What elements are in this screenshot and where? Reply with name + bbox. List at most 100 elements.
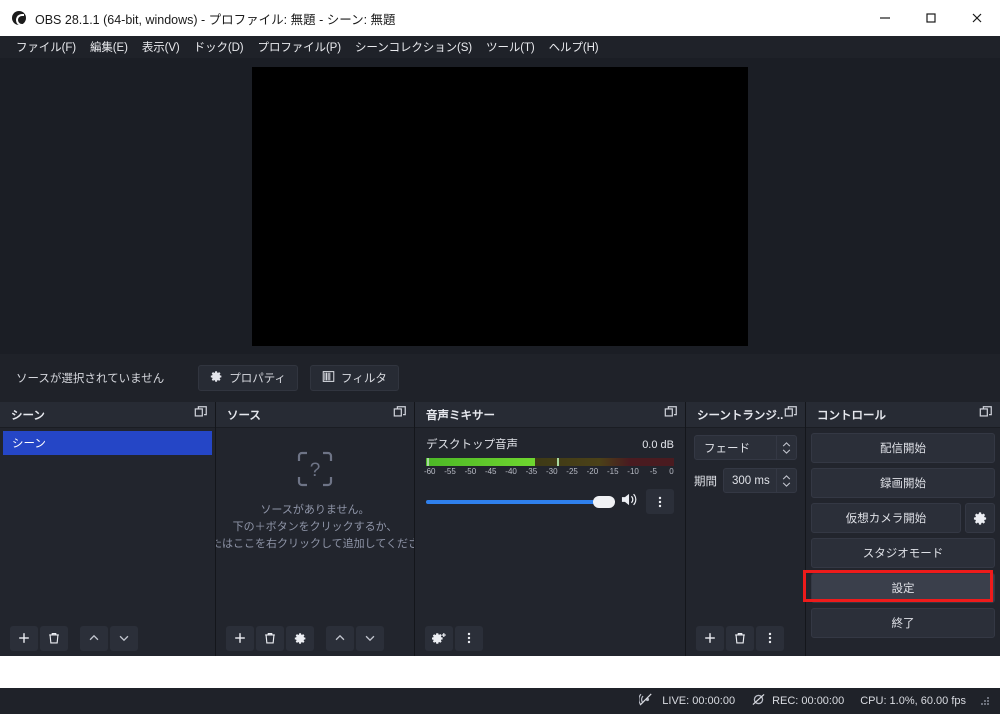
exit-button[interactable]: 終了 [811, 608, 995, 638]
live-status: LIVE: 00:00:00 [638, 693, 736, 709]
volume-slider[interactable] [426, 493, 615, 511]
transition-select-value: フェード [704, 442, 750, 455]
menu-profile[interactable]: プロファイル(P) [251, 37, 348, 58]
sources-footer-toolbar [216, 620, 414, 656]
move-scene-down-button[interactable] [110, 625, 138, 651]
mixer-track-db: 0.0 dB [642, 439, 674, 451]
source-toolbar: ソースが選択されていません プロパティ フィルタ [0, 354, 1000, 402]
scale-tick: -5 [649, 467, 657, 476]
menu-tools[interactable]: ツール(T) [479, 37, 542, 58]
start-virtual-camera-button[interactable]: 仮想カメラ開始 [811, 503, 961, 533]
float-dock-icon[interactable] [194, 405, 208, 424]
scale-tick: -35 [525, 467, 538, 476]
mixer-tracks: デスクトップ音声 0.0 dB -60 -55 -50 -45 -40 -35 … [415, 428, 685, 620]
mixer-track-menu-button[interactable] [646, 489, 674, 514]
transition-select[interactable]: フェード [694, 435, 797, 460]
record-off-icon [751, 693, 766, 709]
mixer-menu-button[interactable] [455, 625, 483, 651]
start-recording-button[interactable]: 録画開始 [811, 468, 995, 498]
obs-main-window: OBS 28.1.1 (64-bit, windows) - プロファイル: 無… [0, 0, 1000, 714]
add-scene-button[interactable] [10, 625, 38, 651]
scale-tick: -25 [566, 467, 578, 476]
remove-scene-button[interactable] [40, 625, 68, 651]
svg-text:?: ? [310, 460, 321, 481]
menu-help[interactable]: ヘルプ(H) [542, 37, 606, 58]
scale-tick: 0 [669, 467, 674, 476]
menu-docks[interactable]: ドック(D) [187, 37, 251, 58]
properties-button[interactable]: プロパティ [198, 365, 299, 391]
resize-grip-icon[interactable] [980, 696, 990, 706]
stepper-arrows-icon[interactable] [776, 469, 796, 492]
broadcast-off-icon [638, 693, 656, 709]
window-bottom-edge [0, 656, 1000, 668]
window-buttons [862, 0, 1000, 36]
volume-slider-track [426, 499, 613, 504]
scenes-dock: シーン シーン [0, 402, 216, 656]
float-dock-icon[interactable] [393, 405, 407, 424]
menu-scene-collection[interactable]: シーンコレクション(S) [348, 37, 479, 58]
move-source-down-button[interactable] [356, 625, 384, 651]
audio-mixer-dock: 音声ミキサー デスクトップ音声 0.0 dB -60 -55 -50 -45 -… [415, 402, 686, 656]
controls-dock: コントロール 配信開始 録画開始 仮想カメラ開始 スタジオモード 設定 終了 [806, 402, 1000, 656]
sources-empty-line-1: ソースがありません。 [260, 504, 370, 516]
float-dock-icon[interactable] [979, 405, 993, 424]
transitions-footer-toolbar [686, 620, 805, 656]
minimize-icon[interactable] [862, 0, 908, 36]
volume-meter [426, 458, 674, 466]
sources-empty-state: ? ソースがありません。 下の＋ボタンをクリックするか、 またはここを右クリック… [216, 450, 414, 553]
start-streaming-button[interactable]: 配信開始 [811, 433, 995, 463]
sources-dock-header: ソース [216, 402, 414, 428]
speaker-icon[interactable] [620, 491, 639, 513]
move-scene-up-button[interactable] [80, 625, 108, 651]
volume-meter-level [426, 458, 536, 466]
mixer-volume-row [426, 489, 674, 514]
add-source-button[interactable] [226, 625, 254, 651]
rec-status-label: REC: 00:00:00 [772, 695, 845, 707]
scale-tick: -30 [545, 467, 558, 476]
mixer-track-header: デスクトップ音声 0.0 dB [426, 436, 674, 452]
scene-list-item[interactable]: シーン [3, 431, 212, 455]
window-title: OBS 28.1.1 (64-bit, windows) - プロファイル: 無… [35, 12, 396, 27]
volume-slider-knob[interactable] [593, 495, 615, 508]
remove-transition-button[interactable] [726, 625, 754, 651]
settings-button[interactable]: 設定 [811, 573, 995, 603]
filters-button-label: フィルタ [341, 373, 387, 385]
float-dock-icon[interactable] [784, 405, 798, 424]
volume-meter-peak-left [427, 458, 430, 466]
scale-tick: -45 [484, 467, 497, 476]
obs-logo-icon [12, 11, 26, 26]
preview-canvas[interactable] [252, 67, 748, 346]
mixer-dock-header: 音声ミキサー [415, 402, 685, 428]
docks-row: シーン シーン ソース ? ソースがありません。 下の＋ボタンをクリックするか、… [0, 402, 1000, 656]
mixer-track-desktop-audio: デスクトップ音声 0.0 dB -60 -55 -50 -45 -40 -35 … [415, 428, 685, 514]
float-dock-icon[interactable] [664, 405, 678, 424]
menu-edit[interactable]: 編集(E) [83, 37, 135, 58]
menu-file[interactable]: ファイル(F) [9, 37, 83, 58]
source-status-text: ソースが選択されていません [16, 373, 165, 385]
scenes-footer-toolbar [0, 620, 215, 656]
virtual-camera-row: 仮想カメラ開始 [811, 503, 995, 533]
advanced-audio-properties-icon[interactable] [425, 625, 453, 651]
preview-area[interactable] [0, 58, 1000, 354]
live-status-label: LIVE: 00:00:00 [662, 695, 736, 707]
mixer-footer-toolbar [415, 620, 685, 656]
studio-mode-button[interactable]: スタジオモード [811, 538, 995, 568]
source-properties-gear-icon[interactable] [286, 625, 314, 651]
sources-list[interactable]: ? ソースがありません。 下の＋ボタンをクリックするか、 またはここを右クリック… [216, 428, 414, 620]
move-source-up-button[interactable] [326, 625, 354, 651]
menu-view[interactable]: 表示(V) [135, 37, 187, 58]
virtual-camera-gear-icon[interactable] [965, 503, 995, 533]
scenes-list[interactable]: シーン [0, 428, 215, 620]
chevron-updown-icon[interactable] [776, 436, 796, 459]
cpu-status-label: CPU: 1.0%, 60.00 fps [860, 695, 966, 707]
transition-menu-button[interactable] [756, 625, 784, 651]
close-icon[interactable] [954, 0, 1000, 36]
scenes-dock-title: シーン [11, 409, 45, 422]
scale-tick: -55 [444, 467, 456, 476]
filter-icon [322, 370, 335, 386]
maximize-icon[interactable] [908, 0, 954, 36]
add-transition-button[interactable] [696, 625, 724, 651]
filters-button[interactable]: フィルタ [310, 365, 399, 391]
remove-source-button[interactable] [256, 625, 284, 651]
duration-stepper[interactable]: 300 ms [723, 468, 797, 493]
